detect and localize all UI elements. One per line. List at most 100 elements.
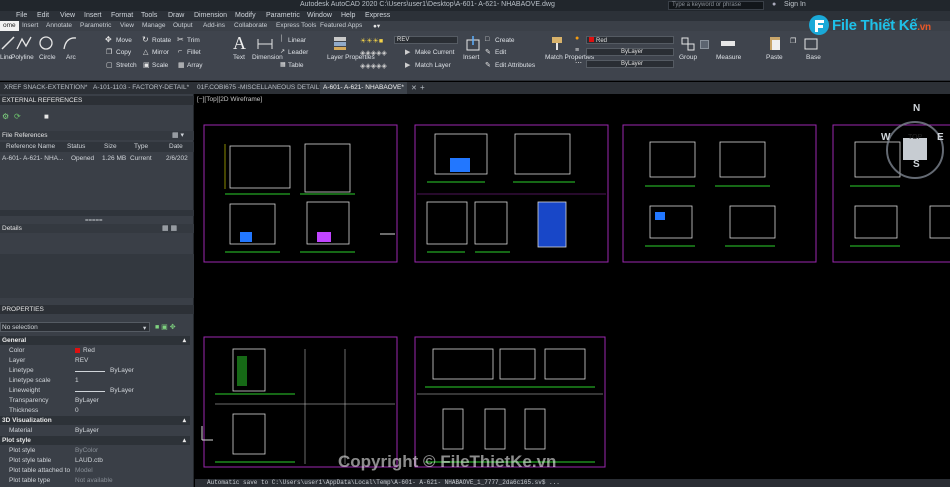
doc-tab-xref-snack[interactable]: XREF SNACK-EXTENTION* (4, 84, 87, 91)
quick-select-icon[interactable]: ■ ▣ ✥ (155, 323, 176, 331)
copy-button[interactable]: Copy (116, 49, 131, 56)
create-block-button[interactable]: Create (495, 37, 515, 44)
match-layer-button[interactable]: Match Layer (415, 62, 451, 69)
attach-icon[interactable]: ⚙ (2, 112, 9, 121)
xref-scrollbar[interactable] (0, 210, 194, 216)
prop-linetype-scale-value[interactable]: 1 (75, 377, 79, 384)
copy-clip-icon[interactable]: ❐ (790, 37, 796, 45)
table-button[interactable]: Table (288, 62, 304, 69)
table-row[interactable]: A-601- A-621- NHA... Opened 1.26 MB Curr… (0, 154, 194, 164)
tab-manage[interactable]: Manage (142, 22, 166, 29)
fillet-icon[interactable]: ⌐ (178, 48, 182, 55)
menu-insert[interactable]: Insert (84, 12, 102, 19)
layer-tools-2-icon[interactable]: ◈◈◈◈◈ (360, 62, 387, 70)
layer-dropdown[interactable]: REV (394, 36, 458, 44)
menu-express[interactable]: Express (365, 12, 390, 19)
menu-parametric[interactable]: Parametric (266, 12, 300, 19)
viewcube-north[interactable]: N (913, 103, 920, 114)
menu-help[interactable]: Help (341, 12, 355, 19)
linetype-dropdown[interactable]: ByLayer (586, 60, 674, 68)
bulb-icon[interactable]: ☀☀☀■ (360, 37, 383, 45)
leader-button[interactable]: Leader (288, 49, 308, 56)
user-icon[interactable]: ● (772, 1, 776, 8)
command-line[interactable]: Automatic save to C:\Users\user1\AppData… (195, 479, 950, 487)
trim-icon[interactable]: ✂ (177, 35, 184, 44)
viewcube-icon[interactable] (883, 116, 950, 188)
make-current-button[interactable]: Make Current (415, 49, 454, 56)
trim-button[interactable]: Trim (187, 37, 200, 44)
edit-attributes-button[interactable]: Edit Attributes (495, 62, 535, 69)
mirror-button[interactable]: Mirror (152, 49, 169, 56)
new-tab-icon[interactable]: + (420, 83, 425, 92)
col-date[interactable]: Date (169, 143, 183, 150)
tab-featured-apps[interactable]: Featured Apps (320, 22, 362, 29)
search-input[interactable]: Type a keyword or phrase (668, 1, 764, 10)
close-tab-icon[interactable]: ✕ (411, 84, 417, 92)
tab-parametric[interactable]: Parametric (80, 22, 111, 29)
col-reference-name[interactable]: Reference Name (6, 143, 55, 150)
dimension-icon[interactable] (257, 36, 273, 52)
paste-icon[interactable] (767, 35, 783, 51)
prop-color-value[interactable]: Red (83, 347, 95, 354)
arc-icon[interactable] (62, 35, 78, 51)
menu-view[interactable]: View (60, 12, 75, 19)
help-icon[interactable]: ■ (44, 112, 49, 121)
tab-annotate[interactable]: Annotate (46, 22, 72, 29)
prop-material-value[interactable]: ByLayer (75, 427, 99, 434)
doc-tab-nhabaove[interactable]: A-601- A-621- NHABAOVE* (320, 82, 407, 94)
preview-icon[interactable]: ▦ ▦ (162, 224, 177, 232)
selection-dropdown[interactable]: No selection ▾ (0, 322, 150, 332)
measure-icon[interactable] (720, 36, 736, 52)
tab-view[interactable]: View (120, 22, 134, 29)
drawing-canvas[interactable]: N S W E TOP (195, 94, 950, 479)
ribbon-toggle-icon[interactable]: ●▾ (373, 22, 380, 30)
array-button[interactable]: Array (187, 62, 203, 69)
prop-lineweight-value[interactable]: ByLayer (110, 387, 134, 394)
tab-insert[interactable]: Insert (22, 22, 38, 29)
sign-in-button[interactable]: Sign In (784, 1, 806, 8)
col-type[interactable]: Type (134, 143, 148, 150)
doc-tab-factory-detail[interactable]: A-101-1103 - FACTORY-DETAIL* (93, 84, 189, 91)
linear-button[interactable]: Linear (288, 37, 306, 44)
menu-dimension[interactable]: Dimension (194, 12, 227, 19)
menu-edit[interactable]: Edit (37, 12, 49, 19)
refresh-icon[interactable]: ⟳ (14, 112, 21, 121)
text-icon[interactable]: A (233, 33, 246, 54)
move-icon[interactable]: ✥ (105, 35, 112, 44)
copy-icon[interactable]: ❐ (106, 48, 112, 56)
prop-linetype-value[interactable]: ByLayer (110, 367, 134, 374)
polyline-icon[interactable] (16, 35, 32, 51)
col-size[interactable]: Size (104, 143, 117, 150)
tab-home[interactable]: ome (0, 21, 19, 31)
3d-visualization-section[interactable]: 3D Visualization ▴ (0, 416, 190, 425)
lineweight-dropdown[interactable]: ByLayer (586, 48, 674, 56)
scale-button[interactable]: Scale (152, 62, 168, 69)
viewcube-east[interactable]: E (937, 132, 944, 143)
viewcube-south[interactable]: S (913, 159, 920, 170)
viewcube-west[interactable]: W (881, 132, 890, 143)
tab-output[interactable]: Output (173, 22, 193, 29)
group-icon[interactable] (680, 36, 696, 52)
doc-tab-misc-detail[interactable]: 01F.COBI675 -MISCELLANEOUS DETAIL* (197, 84, 322, 91)
menu-window[interactable]: Window (307, 12, 332, 19)
fillet-button[interactable]: Fillet (187, 49, 201, 56)
menu-draw[interactable]: Draw (168, 12, 184, 19)
stretch-icon[interactable]: ▢ (106, 61, 113, 69)
viewport-controls[interactable]: [−][Top][2D Wireframe] (197, 96, 262, 103)
mirror-icon[interactable]: △ (143, 48, 148, 56)
list-view-icon[interactable]: ▦ ▾ (172, 131, 184, 139)
menu-modify[interactable]: Modify (235, 12, 256, 19)
edit-block-button[interactable]: Edit (495, 49, 506, 56)
viewcube-top[interactable]: TOP (908, 134, 922, 141)
insert-block-icon[interactable] (465, 36, 481, 52)
scale-icon[interactable]: ▣ (143, 61, 150, 69)
tab-add-ins[interactable]: Add-ins (203, 22, 225, 29)
prop-layer-value[interactable]: REV (75, 357, 88, 364)
layer-tools-icon[interactable]: ◈◈◈◈◈ (360, 49, 387, 57)
match-properties-icon[interactable] (549, 35, 565, 51)
rotate-button[interactable]: Rotate (152, 37, 171, 44)
prop-thickness-value[interactable]: 0 (75, 407, 79, 414)
stretch-button[interactable]: Stretch (116, 62, 137, 69)
move-button[interactable]: Move (116, 37, 132, 44)
col-status[interactable]: Status (67, 143, 85, 150)
